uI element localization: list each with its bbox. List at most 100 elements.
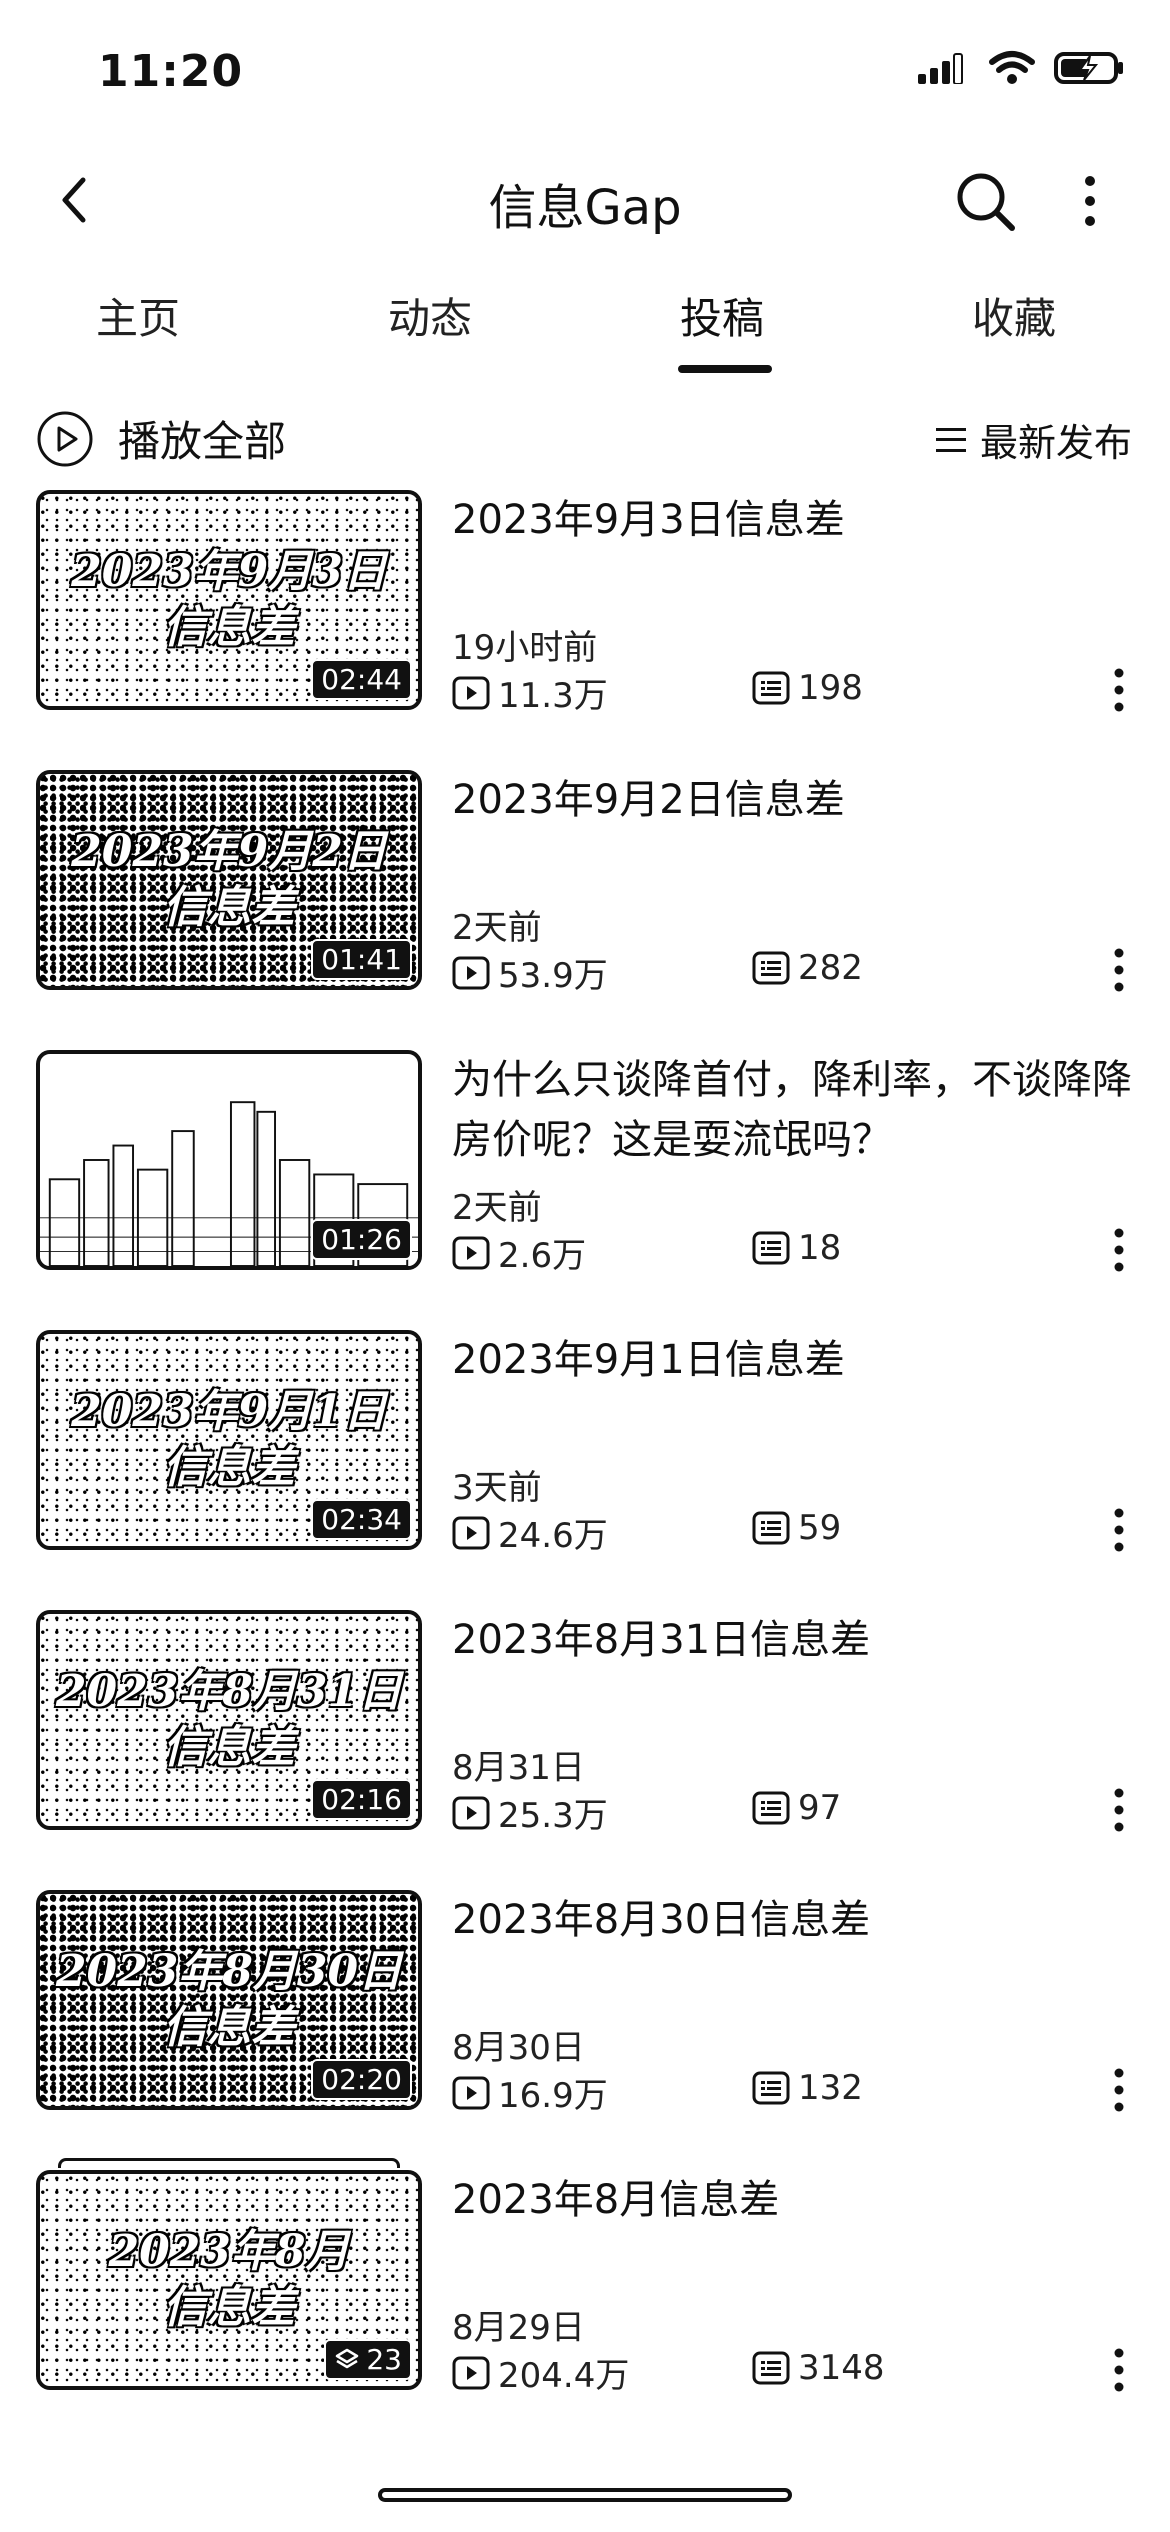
danmaku-icon bbox=[752, 2071, 790, 2105]
video-title[interactable]: 2023年8月信息差 bbox=[452, 2170, 1132, 2230]
thumbnail-caption: 2023年8月31日 信息差 bbox=[55, 1666, 403, 1773]
video-stats: 204.4万 3148 bbox=[452, 2348, 1052, 2396]
video-thumbnail[interactable]: 01:26 bbox=[36, 1050, 422, 1270]
status-time: 11:20 bbox=[98, 46, 244, 97]
tab-favorites[interactable]: 收藏 bbox=[972, 285, 1056, 375]
duration-badge: 02:34 bbox=[311, 1499, 412, 1540]
video-title[interactable]: 2023年8月31日信息差 bbox=[452, 1610, 1132, 1670]
tab-home[interactable]: 主页 bbox=[96, 285, 180, 375]
publish-time: 2天前 bbox=[452, 908, 542, 948]
video-title[interactable]: 2023年9月2日信息差 bbox=[452, 770, 1132, 830]
home-indicator[interactable] bbox=[378, 2488, 792, 2502]
sort-button[interactable]: 最新发布 bbox=[934, 412, 1132, 467]
item-more-button[interactable] bbox=[1104, 1500, 1134, 1560]
danmaku-count-value: 198 bbox=[798, 668, 863, 708]
danmaku-count: 198 bbox=[752, 668, 863, 708]
thumbnail-caption: 2023年9月3日 信息差 bbox=[71, 546, 387, 653]
video-thumbnail[interactable]: 2023年9月2日 信息差 01:41 bbox=[36, 770, 422, 990]
tab-uploads[interactable]: 投稿 bbox=[680, 285, 764, 375]
collection-stack-edge bbox=[58, 2158, 400, 2168]
publish-time: 3天前 bbox=[452, 1468, 542, 1508]
play-all-button[interactable]: 播放全部 bbox=[36, 408, 286, 469]
more-vertical-icon bbox=[1114, 1508, 1124, 1552]
video-item[interactable]: 01:26 为什么只谈降首付，降利率，不谈降降房价呢？这是耍流氓吗？ 2天前 2… bbox=[0, 1050, 1170, 1330]
status-icons bbox=[916, 50, 1126, 86]
danmaku-count-value: 132 bbox=[798, 2068, 863, 2108]
danmaku-count-value: 97 bbox=[798, 1788, 842, 1828]
more-vertical-icon bbox=[1114, 948, 1124, 992]
play-count-icon bbox=[452, 2076, 490, 2109]
danmaku-count: 132 bbox=[752, 2068, 863, 2108]
video-stats: 2.6万 18 bbox=[452, 1228, 1052, 1276]
item-more-button[interactable] bbox=[1104, 1780, 1134, 1840]
item-more-button[interactable] bbox=[1104, 940, 1134, 1000]
danmaku-count-value: 18 bbox=[798, 1228, 842, 1268]
video-stats: 53.9万 282 bbox=[452, 948, 1052, 996]
view-count: 16.9万 bbox=[452, 2068, 608, 2117]
duration-badge: 02:16 bbox=[311, 1779, 412, 1820]
video-thumbnail[interactable]: 2023年9月3日 信息差 02:44 bbox=[36, 490, 422, 710]
play-count-icon bbox=[452, 1516, 490, 1549]
sort-lines-icon bbox=[935, 427, 966, 452]
video-item[interactable]: 2023年8月31日 信息差 02:16 2023年8月31日信息差 8月31日… bbox=[0, 1610, 1170, 1890]
video-item[interactable]: 2023年9月3日 信息差 02:44 2023年9月3日信息差 19小时前 1… bbox=[0, 490, 1170, 770]
status-bar: 11:20 bbox=[0, 0, 1170, 150]
video-title[interactable]: 2023年9月3日信息差 bbox=[452, 490, 1132, 550]
danmaku-count: 3148 bbox=[752, 2348, 885, 2388]
video-item[interactable]: 2023年9月2日 信息差 01:41 2023年9月2日信息差 2天前 53.… bbox=[0, 770, 1170, 1050]
more-options-button[interactable] bbox=[1070, 166, 1110, 236]
thumbnail-caption: 2023年9月1日 信息差 bbox=[71, 1386, 387, 1493]
list-toolbar: 播放全部 最新发布 bbox=[0, 398, 1170, 478]
item-more-button[interactable] bbox=[1104, 1220, 1134, 1280]
play-count-icon bbox=[452, 1796, 490, 1829]
video-title[interactable]: 为什么只谈降首付，降利率，不谈降降房价呢？这是耍流氓吗？ bbox=[452, 1050, 1132, 1170]
item-more-button[interactable] bbox=[1104, 660, 1134, 720]
tab-dynamics[interactable]: 动态 bbox=[388, 285, 472, 375]
publish-time: 8月31日 bbox=[452, 1748, 585, 1788]
more-vertical-icon bbox=[1114, 2348, 1124, 2392]
top-nav-bar: 信息Gap bbox=[0, 150, 1170, 250]
more-vertical-icon bbox=[1114, 2068, 1124, 2112]
video-thumbnail[interactable]: 2023年8月30日 信息差 02:20 bbox=[36, 1890, 422, 2110]
play-count-icon bbox=[452, 956, 490, 989]
item-more-button[interactable] bbox=[1104, 2060, 1134, 2120]
video-item[interactable]: 2023年9月1日 信息差 02:34 2023年9月1日信息差 3天前 24.… bbox=[0, 1330, 1170, 1610]
duration-badge: 01:41 bbox=[311, 939, 412, 980]
duration-badge: 01:26 bbox=[311, 1219, 412, 1260]
video-title[interactable]: 2023年8月30日信息差 bbox=[452, 1890, 1132, 1950]
danmaku-count: 97 bbox=[752, 1788, 841, 1828]
sort-label: 最新发布 bbox=[979, 421, 1132, 465]
view-count-value: 2.6万 bbox=[498, 1236, 587, 1276]
view-count-value: 11.3万 bbox=[498, 676, 608, 716]
more-vertical-icon bbox=[1114, 1788, 1124, 1832]
more-vertical-icon bbox=[1114, 1228, 1124, 1272]
video-item[interactable]: 2023年8月 信息差 23 2023年8月信息差 8月29日 204.4万 3… bbox=[0, 2158, 1170, 2450]
more-vertical-icon bbox=[1085, 176, 1095, 226]
video-stats: 11.3万 198 bbox=[452, 668, 1052, 716]
view-count-value: 16.9万 bbox=[498, 2076, 608, 2116]
view-count-value: 53.9万 bbox=[498, 956, 608, 996]
video-thumbnail[interactable]: 2023年8月 信息差 23 bbox=[36, 2170, 422, 2390]
app-screen: 11:20 信息Gap 主页 动态 投稿 收藏 播放全部 最新发布 2023年9… bbox=[0, 0, 1170, 2532]
video-thumbnail[interactable]: 2023年9月1日 信息差 02:34 bbox=[36, 1330, 422, 1550]
play-count-icon bbox=[452, 676, 490, 709]
play-circle-icon bbox=[37, 411, 93, 466]
video-stats: 16.9万 132 bbox=[452, 2068, 1052, 2116]
play-all-label: 播放全部 bbox=[118, 417, 287, 466]
view-count: 24.6万 bbox=[452, 1508, 608, 1557]
publish-time: 2天前 bbox=[452, 1188, 542, 1228]
duration-badge: 02:20 bbox=[311, 2059, 412, 2100]
danmaku-icon bbox=[752, 671, 790, 705]
more-vertical-icon bbox=[1114, 668, 1124, 712]
view-count-value: 25.3万 bbox=[498, 1796, 608, 1836]
item-more-button[interactable] bbox=[1104, 2340, 1134, 2400]
thumbnail-caption: 2023年8月 信息差 bbox=[108, 2226, 350, 2333]
video-title[interactable]: 2023年9月1日信息差 bbox=[452, 1330, 1132, 1390]
video-thumbnail[interactable]: 2023年8月31日 信息差 02:16 bbox=[36, 1610, 422, 1830]
video-item[interactable]: 2023年8月30日 信息差 02:20 2023年8月30日信息差 8月30日… bbox=[0, 1890, 1170, 2170]
wifi-icon bbox=[989, 51, 1035, 84]
view-count: 2.6万 bbox=[452, 1228, 586, 1277]
publish-time: 19小时前 bbox=[452, 628, 598, 668]
search-button[interactable] bbox=[950, 166, 1020, 236]
cellular-signal-icon bbox=[918, 53, 963, 84]
